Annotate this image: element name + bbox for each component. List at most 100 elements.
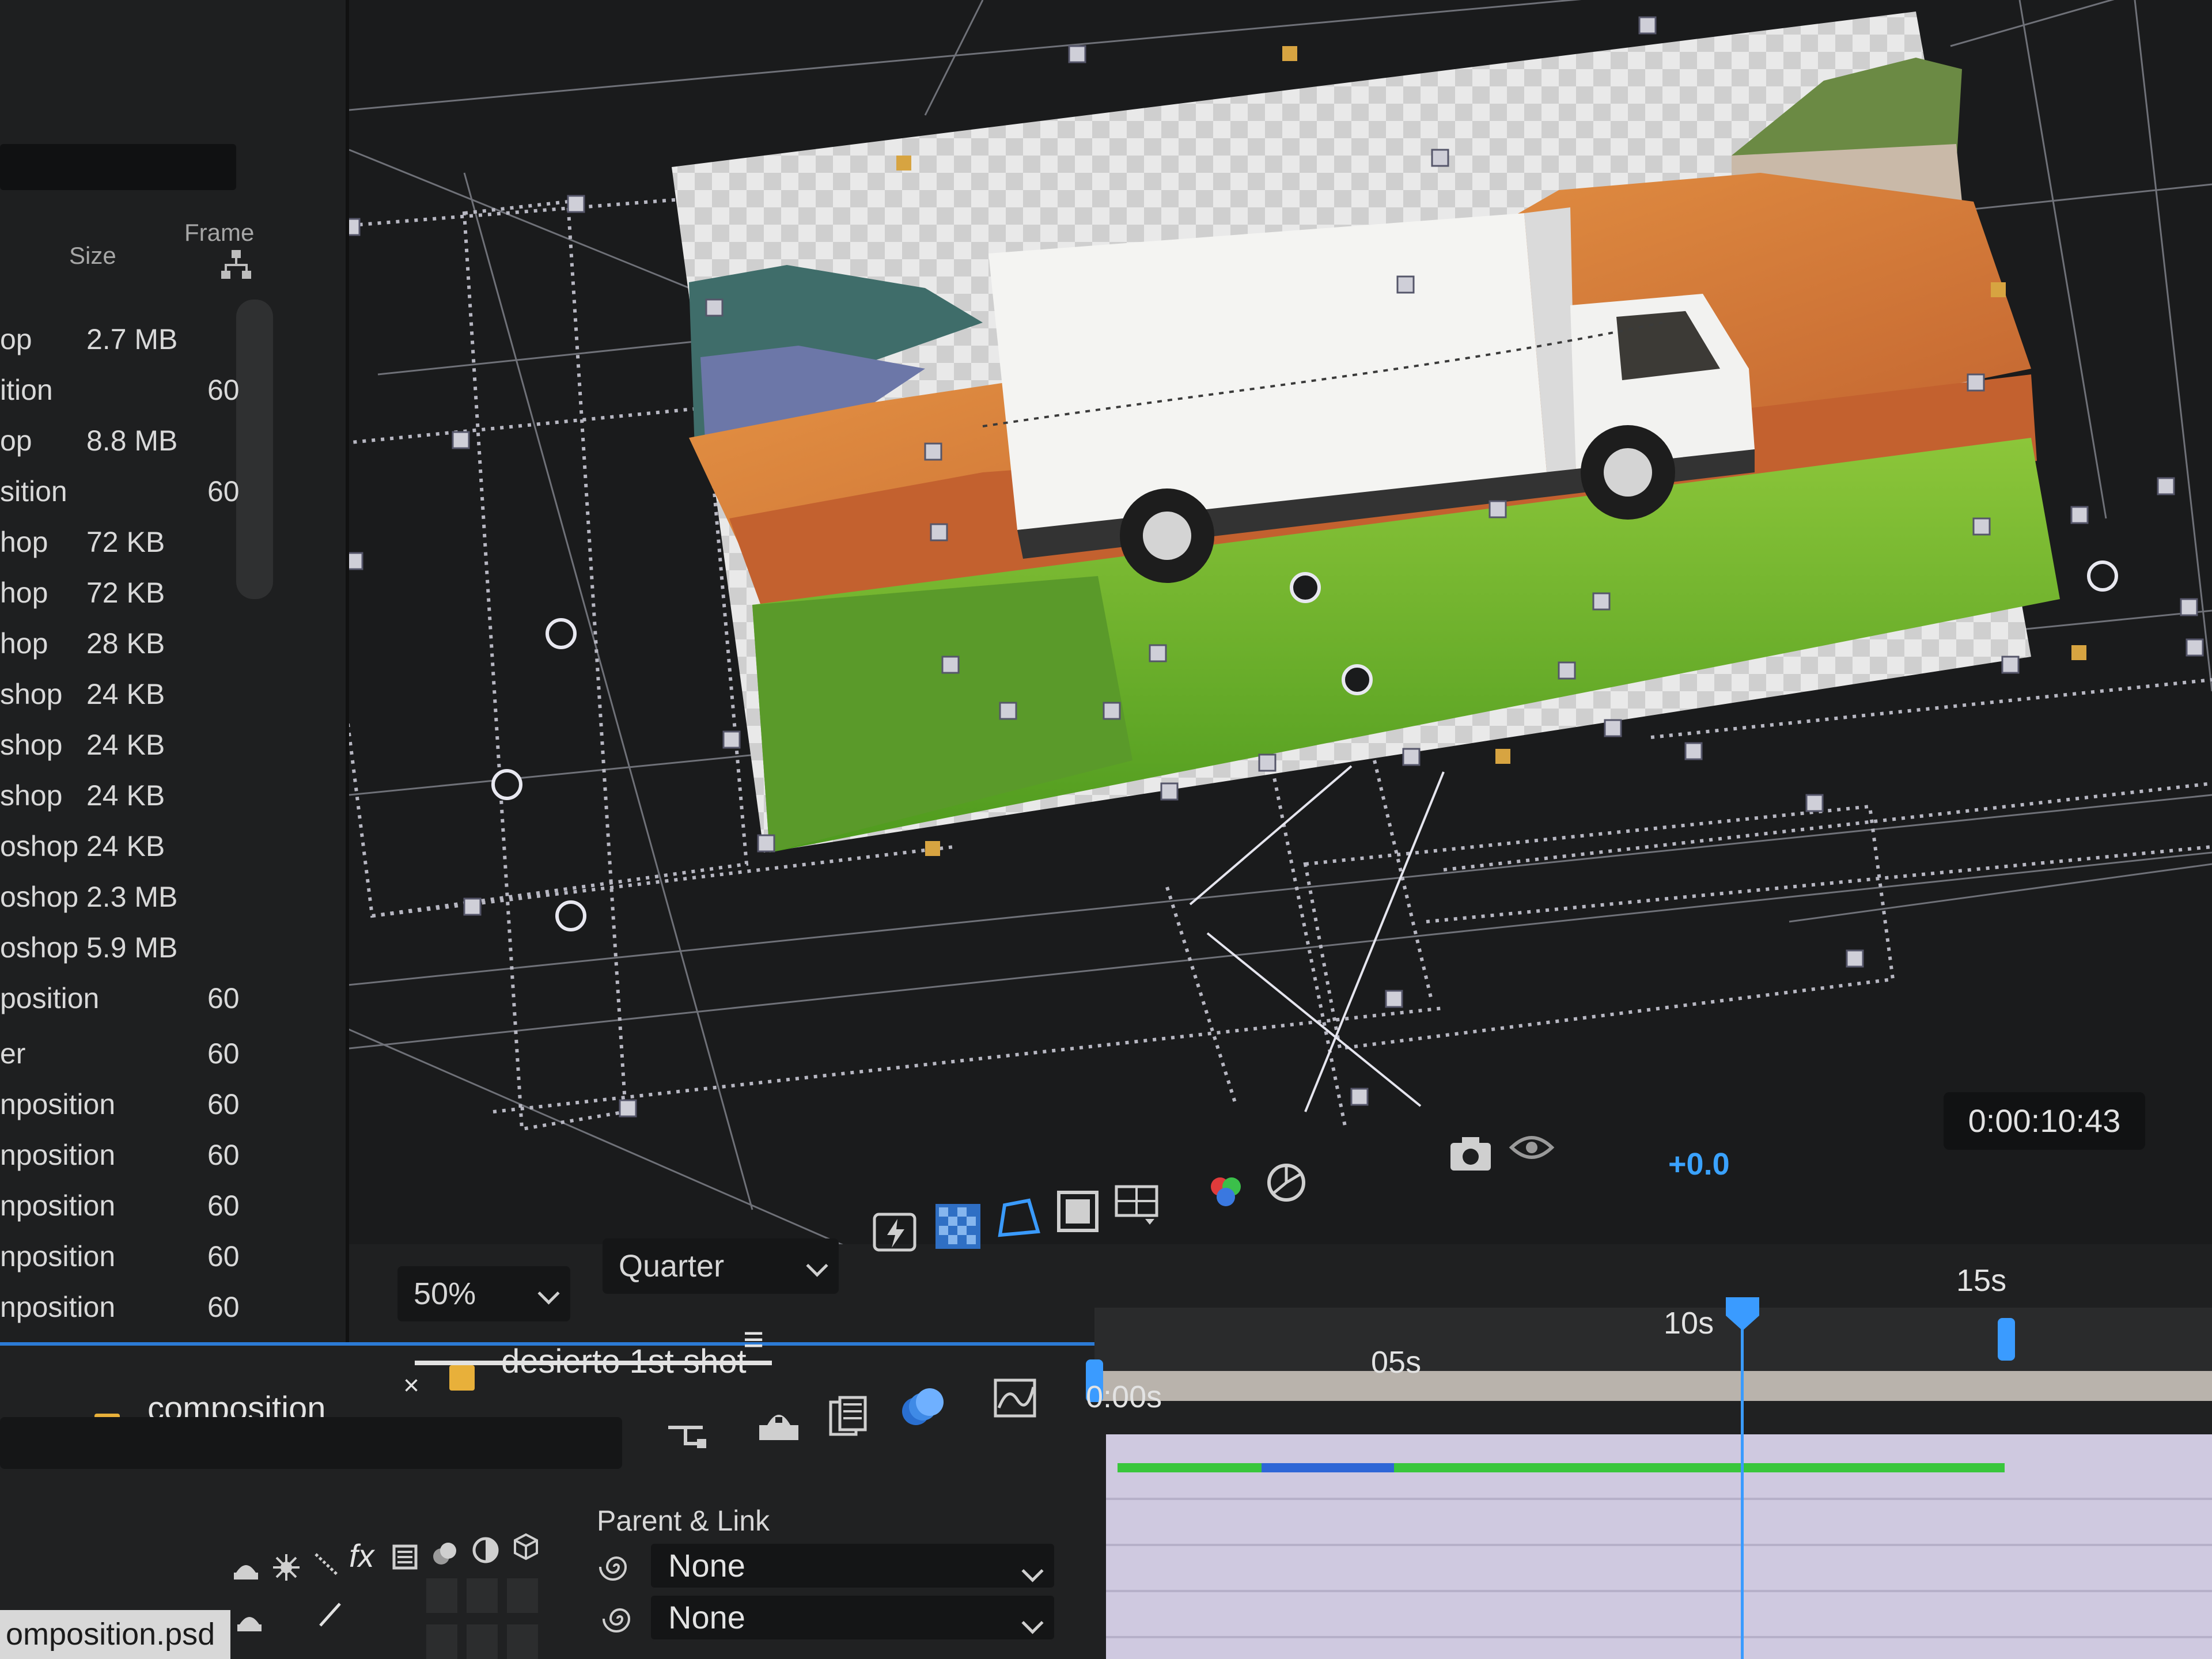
composition-canvas[interactable] (349, 0, 2212, 1256)
project-item-type: nposition (0, 1139, 116, 1171)
comp-flowchart-icon[interactable] (662, 1411, 711, 1460)
quality-switch-icon[interactable] (315, 1599, 346, 1630)
show-snapshot-icon[interactable] (1507, 1121, 1556, 1171)
composition-viewer[interactable]: 0:00:10:43 +0.0 (349, 0, 2212, 1256)
resolution-value: Quarter (619, 1249, 725, 1283)
project-item-type: shop (0, 779, 63, 812)
project-item-row[interactable]: shop 24 KB (0, 779, 288, 825)
project-item-row[interactable]: op 8.8 MB (0, 424, 288, 470)
active-tab-indicator (415, 1361, 772, 1365)
project-item-row[interactable]: sition 60 (0, 475, 288, 521)
ruler-label-10s: 10s (1664, 1306, 1714, 1340)
project-item-size: 5.9 MB (86, 931, 178, 964)
mask-path-icon[interactable] (994, 1194, 1044, 1243)
project-item-frame: 60 (207, 374, 240, 406)
frame-blending-icon[interactable] (824, 1393, 872, 1441)
effects-switch-icon[interactable]: fx (349, 1537, 374, 1574)
render-cache-bar (1118, 1463, 2005, 1472)
switch-cell[interactable] (467, 1578, 498, 1613)
current-time-indicator[interactable] (1741, 1302, 1744, 1659)
project-item-row[interactable]: oshop 5.9 MB (0, 931, 288, 977)
project-search-field[interactable] (0, 144, 236, 190)
exposure-icon[interactable] (1262, 1158, 1311, 1207)
camera-snapshot-icon[interactable] (1446, 1129, 1495, 1179)
project-item-type: op (0, 425, 32, 457)
close-tab-icon[interactable]: × (403, 1370, 419, 1402)
project-item-row[interactable]: shop 24 KB (0, 677, 288, 724)
project-item-row[interactable]: oshop 2.3 MB (0, 880, 288, 926)
project-item-frame: 60 (207, 1037, 240, 1070)
adjustment-layer-icon[interactable] (470, 1535, 501, 1566)
project-item-row[interactable]: hop 72 KB (0, 576, 288, 622)
guides-icon[interactable] (1112, 1179, 1161, 1228)
project-item-row[interactable]: nposition 60 (0, 1189, 288, 1235)
graph-editor-icon[interactable] (991, 1373, 1039, 1422)
project-item-row[interactable]: nposition 60 (0, 1240, 288, 1286)
motion-blur-switch-icon[interactable] (430, 1538, 461, 1569)
project-item-row[interactable]: hop 72 KB (0, 525, 288, 571)
project-item-row[interactable]: oshop 24 KB (0, 830, 288, 876)
project-item-size: 24 KB (86, 830, 165, 862)
parent-dropdown-1[interactable]: None (651, 1544, 1054, 1588)
switch-cell[interactable] (507, 1578, 538, 1613)
ruler-label-0s: 0:00s (1086, 1380, 1162, 1414)
project-item-row[interactable]: er 60 (0, 1037, 288, 1083)
flowchart-icon[interactable] (219, 248, 253, 282)
collapse-transform-icon[interactable] (271, 1552, 302, 1583)
frame-blend-switch-icon[interactable] (389, 1541, 421, 1573)
project-item-size: 72 KB (86, 526, 165, 558)
project-item-type: nposition (0, 1088, 116, 1120)
work-area-bar[interactable] (1094, 1371, 2212, 1401)
project-item-frame: 60 (207, 1240, 240, 1272)
resolution-dropdown[interactable]: Quarter (603, 1238, 839, 1294)
project-item-row[interactable]: op 2.7 MB (0, 323, 288, 369)
project-item-row[interactable]: nposition 60 (0, 1290, 288, 1336)
chevron-down-icon (1021, 1560, 1044, 1582)
project-item-type: hop (0, 577, 48, 609)
pickwhip-icon[interactable] (603, 1601, 637, 1636)
3d-layer-icon[interactable] (510, 1531, 541, 1562)
layer-row-divider (1106, 1590, 2212, 1592)
work-area-end-handle[interactable] (1998, 1318, 2015, 1361)
exposure-value[interactable]: +0.0 (1668, 1146, 1730, 1182)
switch-cell[interactable] (426, 1624, 457, 1659)
project-item-row[interactable]: shop 24 KB (0, 728, 288, 774)
project-item-row[interactable]: nposition 60 (0, 1138, 288, 1184)
shy-icon[interactable] (755, 1400, 803, 1448)
ruler-label-5s: 05s (1371, 1345, 1422, 1380)
project-item-type: sition (0, 475, 67, 507)
chevron-down-icon (1021, 1612, 1044, 1634)
parent-value-2: None (668, 1599, 745, 1635)
pickwhip-icon[interactable] (599, 1550, 634, 1584)
comp-frame[interactable] (672, 12, 2060, 853)
project-item-type: position (0, 982, 100, 1014)
switch-cell[interactable] (426, 1578, 457, 1613)
quality-switch-icon[interactable] (311, 1548, 342, 1580)
switch-cell[interactable] (467, 1624, 498, 1659)
project-item-type: op (0, 323, 32, 355)
project-item-size: 28 KB (86, 627, 165, 660)
switch-cell[interactable] (507, 1624, 538, 1659)
project-item-row[interactable]: hop 28 KB (0, 627, 288, 673)
timecode-display[interactable]: 0:00:10:43 (1944, 1092, 2145, 1150)
timeline-search-field[interactable] (0, 1417, 622, 1469)
fast-previews-icon[interactable] (871, 1209, 921, 1258)
motion-blur-icon[interactable] (899, 1382, 947, 1431)
region-of-interest-icon[interactable] (1053, 1187, 1103, 1236)
transparency-grid-icon[interactable] (933, 1202, 983, 1251)
frame-column-header[interactable]: Frame (184, 219, 254, 247)
parent-link-column-header[interactable]: Parent & Link (588, 1498, 1048, 1544)
magnification-dropdown[interactable]: 50% (397, 1266, 570, 1321)
panel-menu-icon[interactable]: ≡ (743, 1319, 764, 1360)
time-ruler[interactable] (1094, 1308, 2212, 1377)
project-item-row[interactable]: nposition 60 (0, 1088, 288, 1134)
parent-dropdown-2[interactable]: None (651, 1596, 1054, 1639)
shy-switch-icon[interactable] (230, 1555, 262, 1586)
project-item-row[interactable]: position 60 (0, 982, 288, 1028)
layer-name-cell[interactable]: omposition.psd (0, 1610, 230, 1659)
project-item-type: nposition (0, 1240, 116, 1272)
project-item-row[interactable]: ition 60 (0, 373, 288, 419)
shy-switch-icon[interactable] (234, 1607, 265, 1638)
size-column-header[interactable]: Size (69, 242, 116, 270)
color-channels-icon[interactable] (1202, 1166, 1251, 1215)
